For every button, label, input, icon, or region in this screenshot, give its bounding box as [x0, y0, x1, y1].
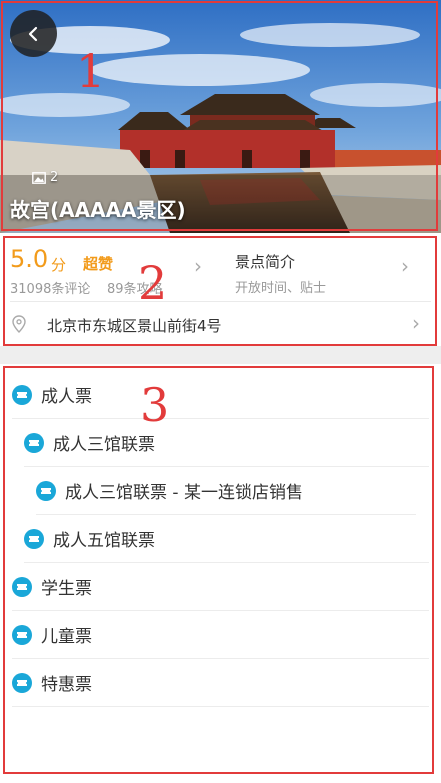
ticket-list: 成人票 成人三馆联票 成人三馆联票 - 某一连锁店销售 成人五馆联票 学生票 儿…	[0, 364, 441, 783]
photo-count[interactable]: 2	[32, 170, 58, 185]
section-divider	[0, 346, 441, 364]
ticket-icon	[24, 528, 44, 549]
image-icon	[32, 171, 46, 184]
ticket-icon	[24, 432, 44, 453]
attraction-title: 故宫(AAAAA景区)	[10, 198, 186, 222]
ticket-label: 儿童票	[41, 627, 92, 647]
chevron-right-icon: ›	[412, 311, 420, 335]
address-row[interactable]: 北京市东城区景山前街4号 ›	[10, 305, 431, 341]
attraction-summary: 5.0 分 超赞 31098条评论 89条攻略 › 景点简介 开放时间、贴士 ›…	[0, 233, 441, 346]
location-pin-icon	[12, 315, 26, 333]
ticket-icon	[12, 576, 32, 597]
ticket-item[interactable]: 学生票	[12, 563, 429, 611]
back-button[interactable]	[10, 10, 57, 57]
ticket-label: 成人三馆联票 - 某一连锁店销售	[65, 483, 303, 503]
ticket-label: 成人票	[41, 387, 92, 407]
ticket-icon	[12, 624, 32, 645]
ticket-icon	[12, 384, 32, 405]
hero-banner: 2 故宫(AAAAA景区)	[0, 0, 441, 233]
ticket-item[interactable]: 成人三馆联票 - 某一连锁店销售	[36, 467, 416, 515]
intro-block[interactable]: 景点简介 开放时间、贴士 ›	[225, 243, 431, 296]
guide-count: 89条攻略	[107, 282, 163, 297]
rating-badge: 超赞	[83, 255, 114, 273]
ticket-icon	[12, 672, 32, 693]
rating-unit: 分	[51, 256, 67, 274]
divider	[10, 301, 431, 302]
ticket-item[interactable]: 特惠票	[12, 659, 429, 707]
ticket-label: 成人三馆联票	[53, 435, 155, 455]
ticket-item[interactable]: 成人票	[12, 371, 429, 419]
intro-subtitle: 开放时间、贴士	[235, 281, 327, 296]
rating-score: 5.0	[10, 245, 49, 273]
ticket-item[interactable]: 儿童票	[12, 611, 429, 659]
photo-count-label: 2	[50, 170, 59, 185]
ticket-label: 学生票	[41, 579, 92, 599]
ticket-label: 成人五馆联票	[53, 531, 155, 551]
chevron-right-icon: ›	[401, 254, 409, 278]
back-chevron-icon	[28, 26, 37, 41]
ticket-icon	[36, 480, 56, 501]
address-text: 北京市东城区景山前街4号	[47, 317, 222, 335]
intro-title: 景点简介	[235, 253, 296, 271]
review-count: 31098条评论	[10, 282, 91, 297]
ticket-label: 特惠票	[41, 675, 92, 695]
ticket-item[interactable]: 成人五馆联票	[24, 515, 429, 563]
chevron-right-icon: ›	[194, 254, 202, 278]
rating-block[interactable]: 5.0 分 超赞 31098条评论 89条攻略 ›	[10, 243, 210, 297]
ticket-item[interactable]: 成人三馆联票	[24, 419, 429, 467]
